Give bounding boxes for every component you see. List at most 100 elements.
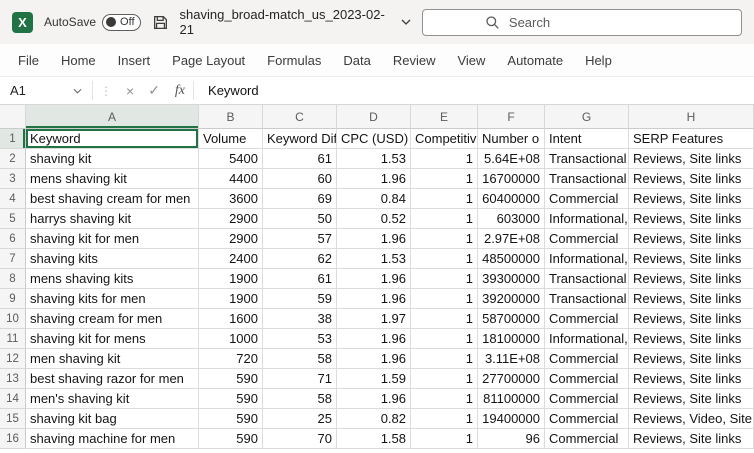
menu-view[interactable]: View (447, 44, 495, 76)
cell-G6[interactable]: Commercial (545, 229, 629, 249)
cell-D7[interactable]: 1.53 (337, 249, 411, 269)
insert-function-icon[interactable]: fx (167, 83, 193, 99)
cell-H4[interactable]: Reviews, Site links (629, 189, 754, 209)
cell-D9[interactable]: 1.96 (337, 289, 411, 309)
cell-F9[interactable]: 39200000 (478, 289, 545, 309)
cell-G15[interactable]: Commercial (545, 409, 629, 429)
cell-C6[interactable]: 57 (263, 229, 337, 249)
cell-E3[interactable]: 1 (411, 169, 478, 189)
row-header-9[interactable]: 9 (0, 289, 26, 309)
cell-D4[interactable]: 0.84 (337, 189, 411, 209)
column-header-B[interactable]: B (199, 105, 263, 129)
cell-C12[interactable]: 58 (263, 349, 337, 369)
cell-C16[interactable]: 70 (263, 429, 337, 449)
cell-D13[interactable]: 1.59 (337, 369, 411, 389)
cell-F6[interactable]: 2.97E+08 (478, 229, 545, 249)
cell-D10[interactable]: 1.97 (337, 309, 411, 329)
cell-C9[interactable]: 59 (263, 289, 337, 309)
cell-D3[interactable]: 1.96 (337, 169, 411, 189)
cell-F15[interactable]: 19400000 (478, 409, 545, 429)
formula-content[interactable]: Keyword (194, 83, 259, 98)
cell-F2[interactable]: 5.64E+08 (478, 149, 545, 169)
cell-H14[interactable]: Reviews, Site links (629, 389, 754, 409)
menu-formulas[interactable]: Formulas (257, 44, 331, 76)
cell-B12[interactable]: 720 (199, 349, 263, 369)
cell-E9[interactable]: 1 (411, 289, 478, 309)
cell-A10[interactable]: shaving cream for men (26, 309, 199, 329)
cell-B1[interactable]: Volume (199, 129, 263, 149)
cell-E8[interactable]: 1 (411, 269, 478, 289)
menu-page-layout[interactable]: Page Layout (162, 44, 255, 76)
cell-F12[interactable]: 3.11E+08 (478, 349, 545, 369)
cell-E1[interactable]: Competitiv (411, 129, 478, 149)
cell-E6[interactable]: 1 (411, 229, 478, 249)
cell-B3[interactable]: 4400 (199, 169, 263, 189)
cell-A13[interactable]: best shaving razor for men (26, 369, 199, 389)
cell-C8[interactable]: 61 (263, 269, 337, 289)
cell-F4[interactable]: 60400000 (478, 189, 545, 209)
menu-insert[interactable]: Insert (108, 44, 161, 76)
select-all-button[interactable] (0, 105, 26, 129)
cell-D1[interactable]: CPC (USD) (337, 129, 411, 149)
cell-A2[interactable]: shaving kit (26, 149, 199, 169)
row-header-10[interactable]: 10 (0, 309, 26, 329)
column-header-A[interactable]: A (26, 105, 199, 129)
cell-E7[interactable]: 1 (411, 249, 478, 269)
row-header-7[interactable]: 7 (0, 249, 26, 269)
row-header-5[interactable]: 5 (0, 209, 26, 229)
cell-E2[interactable]: 1 (411, 149, 478, 169)
cell-B5[interactable]: 2900 (199, 209, 263, 229)
cell-H13[interactable]: Reviews, Site links (629, 369, 754, 389)
cell-A12[interactable]: men shaving kit (26, 349, 199, 369)
cell-D16[interactable]: 1.58 (337, 429, 411, 449)
column-header-D[interactable]: D (337, 105, 411, 129)
row-header-3[interactable]: 3 (0, 169, 26, 189)
cell-B10[interactable]: 1600 (199, 309, 263, 329)
cell-F8[interactable]: 39300000 (478, 269, 545, 289)
cell-E4[interactable]: 1 (411, 189, 478, 209)
cell-G3[interactable]: Transactional (545, 169, 629, 189)
cell-B6[interactable]: 2900 (199, 229, 263, 249)
row-header-14[interactable]: 14 (0, 389, 26, 409)
cell-B7[interactable]: 2400 (199, 249, 263, 269)
row-header-2[interactable]: 2 (0, 149, 26, 169)
cell-C5[interactable]: 50 (263, 209, 337, 229)
cell-H11[interactable]: Reviews, Site links (629, 329, 754, 349)
cell-A7[interactable]: shaving kits (26, 249, 199, 269)
cell-A1[interactable]: Keyword (26, 129, 199, 149)
cell-F3[interactable]: 16700000 (478, 169, 545, 189)
cell-A6[interactable]: shaving kit for men (26, 229, 199, 249)
row-header-13[interactable]: 13 (0, 369, 26, 389)
cell-A15[interactable]: shaving kit bag (26, 409, 199, 429)
cell-C4[interactable]: 69 (263, 189, 337, 209)
row-header-15[interactable]: 15 (0, 409, 26, 429)
cell-A3[interactable]: mens shaving kit (26, 169, 199, 189)
cell-C3[interactable]: 60 (263, 169, 337, 189)
cell-E5[interactable]: 1 (411, 209, 478, 229)
cell-A14[interactable]: men's shaving kit (26, 389, 199, 409)
cell-C7[interactable]: 62 (263, 249, 337, 269)
row-header-4[interactable]: 4 (0, 189, 26, 209)
menu-help[interactable]: Help (575, 44, 622, 76)
document-title[interactable]: shaving_broad-match_us_2023-02-21 (180, 7, 411, 37)
cell-C15[interactable]: 25 (263, 409, 337, 429)
cell-D12[interactable]: 1.96 (337, 349, 411, 369)
cell-H1[interactable]: SERP Features (629, 129, 754, 149)
cell-G16[interactable]: Commercial (545, 429, 629, 449)
cell-G5[interactable]: Informational, (545, 209, 629, 229)
cell-G1[interactable]: Intent (545, 129, 629, 149)
cell-D8[interactable]: 1.96 (337, 269, 411, 289)
cell-A11[interactable]: shaving kit for mens (26, 329, 199, 349)
cell-F16[interactable]: 96 (478, 429, 545, 449)
column-header-E[interactable]: E (411, 105, 478, 129)
cell-B15[interactable]: 590 (199, 409, 263, 429)
column-header-F[interactable]: F (478, 105, 545, 129)
cell-D2[interactable]: 1.53 (337, 149, 411, 169)
cell-A5[interactable]: harrys shaving kit (26, 209, 199, 229)
cell-C2[interactable]: 61 (263, 149, 337, 169)
search-box[interactable]: Search (421, 8, 742, 36)
cancel-icon[interactable]: × (119, 83, 141, 99)
row-header-8[interactable]: 8 (0, 269, 26, 289)
cell-E14[interactable]: 1 (411, 389, 478, 409)
cell-G14[interactable]: Commercial (545, 389, 629, 409)
